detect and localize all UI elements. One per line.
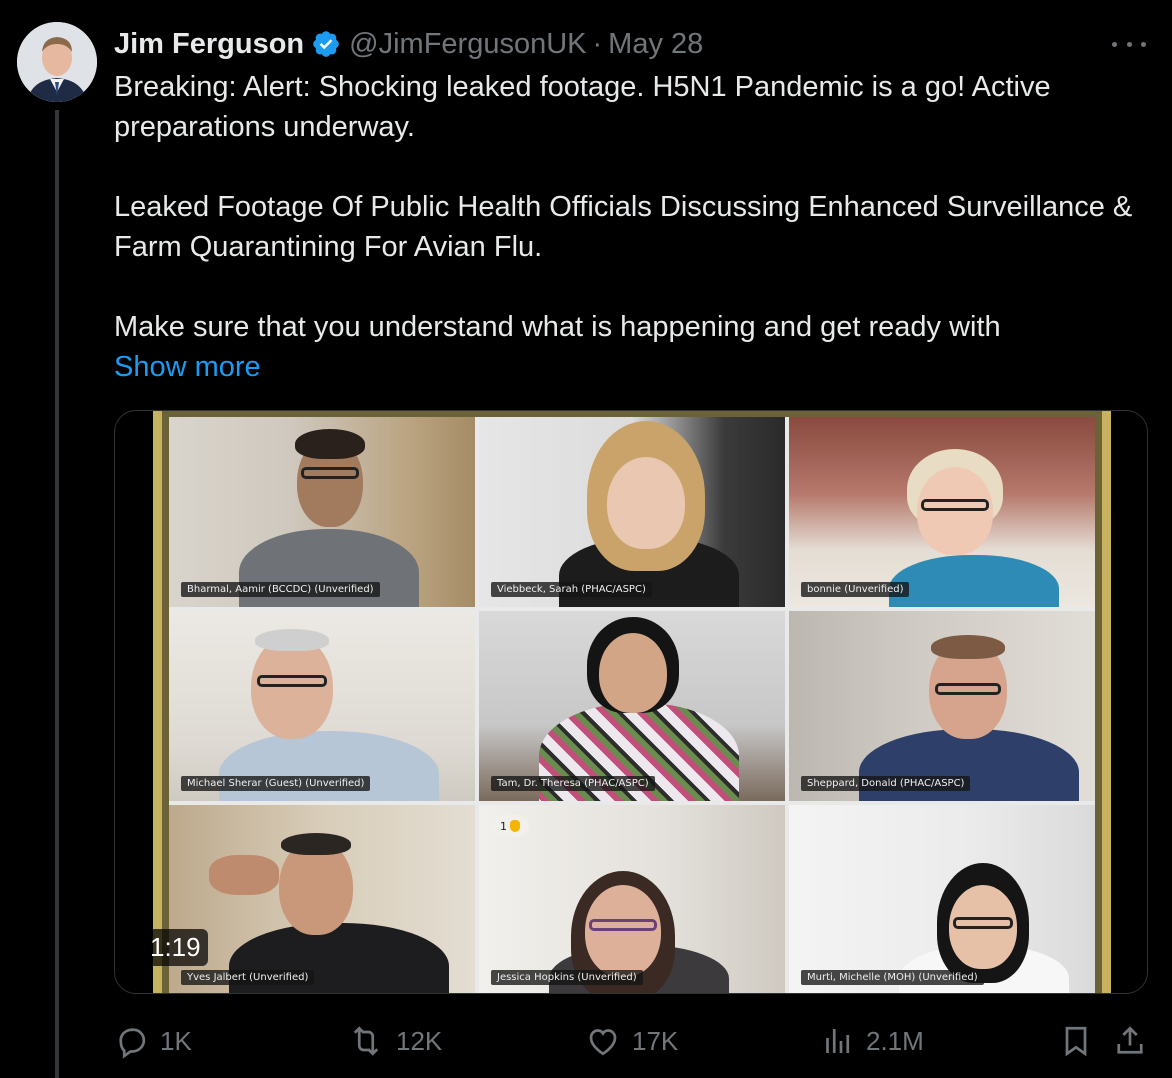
views-icon	[826, 1029, 850, 1053]
meeting-grid: Bharmal, Aamir (BCCDC) (Unverified) Vieb…	[169, 417, 1095, 993]
participant-tile: Viebbeck, Sarah (PHAC/ASPC)	[479, 417, 785, 607]
heart-icon	[589, 1029, 617, 1056]
tweet: Jim Ferguson @JimFergusonUK · May 28 Bre…	[0, 0, 1172, 1078]
participant-label: Viebbeck, Sarah (PHAC/ASPC)	[491, 582, 652, 597]
verified-badge-icon[interactable]	[311, 29, 341, 59]
more-dot	[1112, 41, 1117, 47]
video-duration-badge: 1:19	[143, 929, 208, 966]
reply-icon	[119, 1028, 146, 1059]
tweet-paragraph: Leaked Footage Of Public Health Official…	[114, 191, 1133, 263]
show-more-link[interactable]: Show more	[114, 347, 1144, 387]
more-dot	[1126, 41, 1132, 47]
raised-hand-icon	[510, 820, 520, 832]
avatar[interactable]	[17, 22, 97, 102]
repost-icon	[353, 1026, 379, 1056]
participant-tile: Murti, Michelle (MOH) (Unverified)	[789, 805, 1095, 993]
like-button[interactable]: 17K	[584, 1016, 678, 1066]
participant-label: Murti, Michelle (MOH) (Unverified)	[801, 970, 984, 985]
bookmark-icon	[1065, 1026, 1087, 1057]
views-button[interactable]: 2.1M	[820, 1016, 924, 1066]
tweet-actions: 1K 12K 17K 2.1M	[114, 1016, 1154, 1066]
reply-count: 1K	[160, 1025, 192, 1056]
more-dot	[1141, 41, 1146, 47]
like-count: 17K	[632, 1025, 679, 1056]
repost-button[interactable]: 12K	[346, 1016, 442, 1066]
participant-label: Bharmal, Aamir (BCCDC) (Unverified)	[181, 582, 380, 597]
participant-tile: Sheppard, Donald (PHAC/ASPC)	[789, 611, 1095, 801]
participant-label: Jessica Hopkins (Unverified)	[491, 970, 643, 985]
more-options-icon[interactable]	[1112, 30, 1146, 58]
avatar-portrait	[17, 22, 97, 102]
participant-label: bonnie (Unverified)	[801, 582, 910, 597]
repost-count: 12K	[396, 1025, 443, 1056]
bookmark-button[interactable]	[1058, 1016, 1094, 1066]
participant-tile: Bharmal, Aamir (BCCDC) (Unverified)	[169, 417, 475, 607]
participant-label: Sheppard, Donald (PHAC/ASPC)	[801, 776, 971, 791]
participant-label: Tam, Dr. Theresa (PHAC/ASPC)	[491, 776, 655, 791]
share-button[interactable]	[1112, 1016, 1148, 1066]
raised-hand-badge: 1	[491, 815, 529, 837]
video-player[interactable]: Bharmal, Aamir (BCCDC) (Unverified) Vieb…	[114, 410, 1148, 994]
author-name[interactable]: Jim Ferguson	[114, 28, 304, 61]
tweet-text: Breaking: Alert: Shocking leaked footage…	[114, 67, 1144, 387]
participant-label: Yves Jalbert (Unverified)	[181, 970, 315, 985]
participant-tile: Michael Sherar (Guest) (Unverified)	[169, 611, 475, 801]
thread-line	[55, 110, 59, 1078]
participant-tile: Tam, Dr. Theresa (PHAC/ASPC)	[479, 611, 785, 801]
views-count: 2.1M	[866, 1025, 924, 1056]
participant-label: Michael Sherar (Guest) (Unverified)	[181, 776, 371, 791]
tweet-paragraph: Make sure that you understand what is ha…	[114, 311, 1001, 343]
participant-tile: bonnie (Unverified)	[789, 417, 1095, 607]
participant-tile-active-speaker: 1 Jessica Hopkins (Unverified)	[479, 805, 785, 993]
tweet-date[interactable]: May 28	[608, 28, 703, 61]
reply-button[interactable]: 1K	[114, 1016, 192, 1066]
author-handle[interactable]: @JimFergusonUK	[349, 28, 586, 61]
participant-tile: Yves Jalbert (Unverified)	[169, 805, 475, 993]
share-icon	[1117, 1026, 1143, 1054]
tweet-paragraph: Breaking: Alert: Shocking leaked footage…	[114, 71, 1051, 143]
tweet-header: Jim Ferguson @JimFergusonUK · May 28	[114, 24, 703, 64]
header-separator: ·	[592, 27, 603, 60]
raised-hand-order: 1	[500, 819, 507, 833]
video-frame: Bharmal, Aamir (BCCDC) (Unverified) Vieb…	[153, 411, 1111, 993]
